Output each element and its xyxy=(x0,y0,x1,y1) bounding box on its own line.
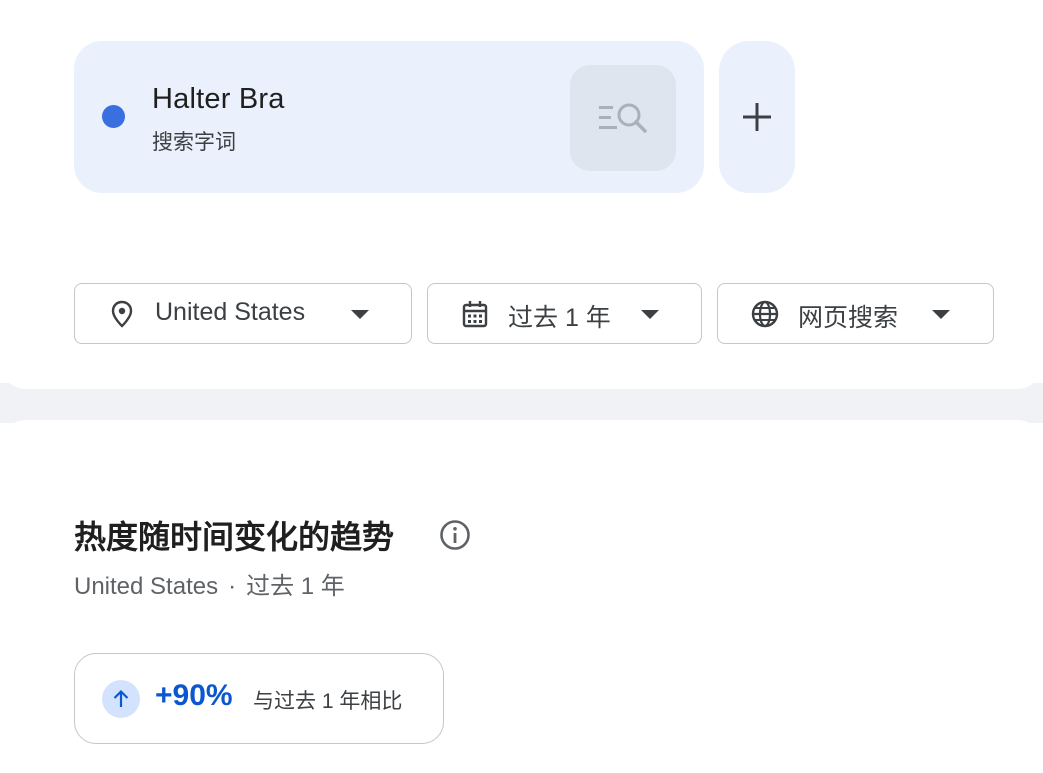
chevron-down-icon xyxy=(351,310,369,319)
search-term-card[interactable]: Halter Bra 搜索字词 xyxy=(74,41,704,193)
subtitle-time-range: 过去 1 年 xyxy=(246,573,345,600)
change-description: 与过去 1 年相比 xyxy=(253,690,403,713)
search-property-filter-label: 网页搜索 xyxy=(798,304,899,332)
change-summary-chip: +90% 与过去 1 年相比 xyxy=(74,653,444,744)
location-filter-label: United States xyxy=(155,298,306,326)
calendar-icon xyxy=(462,301,488,328)
section-title: 热度随时间变化的趋势 xyxy=(74,519,395,555)
globe-icon xyxy=(751,300,779,328)
time-range-filter-label: 过去 1 年 xyxy=(508,304,611,332)
subtitle-location: United States xyxy=(74,573,219,600)
location-pin-icon xyxy=(111,300,133,328)
series-color-dot xyxy=(102,105,125,128)
subtitle-separator: · xyxy=(228,573,237,600)
info-icon[interactable] xyxy=(439,519,471,551)
section-subtitle: United States · 过去 1 年 xyxy=(74,566,345,601)
filters-panel-edge xyxy=(0,363,1043,389)
time-range-filter[interactable]: 过去 1 年 xyxy=(427,283,702,344)
location-filter[interactable]: United States xyxy=(74,283,412,344)
search-term-type: 搜索字词 xyxy=(152,131,236,154)
explore-list-search-icon xyxy=(599,103,647,133)
chevron-down-icon xyxy=(932,310,950,319)
trend-direction-badge xyxy=(102,680,140,718)
section-divider xyxy=(0,383,1043,423)
arrow-up-icon xyxy=(113,689,129,707)
search-property-filter[interactable]: 网页搜索 xyxy=(717,283,994,344)
add-term-button[interactable] xyxy=(719,41,795,193)
chevron-down-icon xyxy=(641,310,659,319)
search-term-name[interactable]: Halter Bra xyxy=(152,83,285,116)
explore-term-button[interactable] xyxy=(570,65,676,171)
plus-icon xyxy=(743,103,771,131)
change-percentage: +90% xyxy=(155,679,233,712)
